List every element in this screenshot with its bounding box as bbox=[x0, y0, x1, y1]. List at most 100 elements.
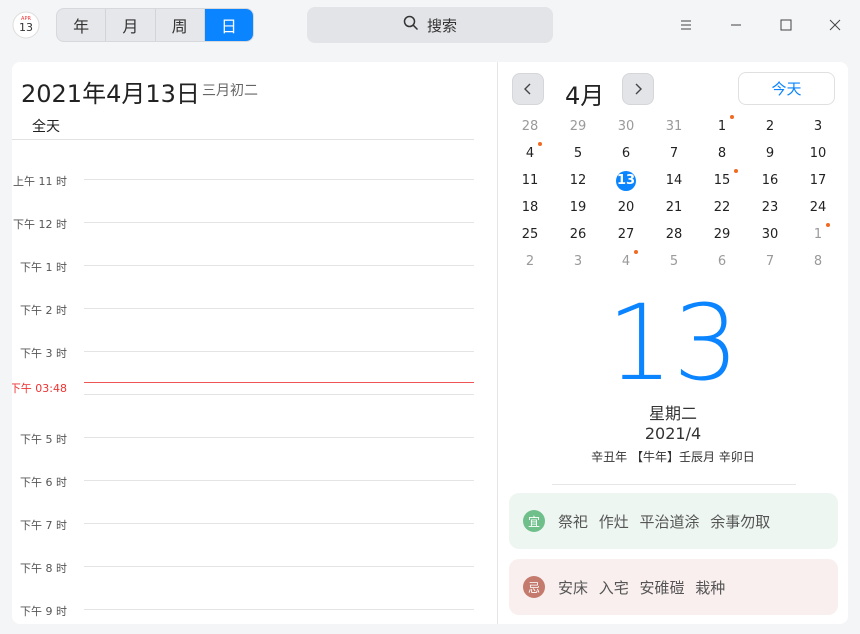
hour-row[interactable]: 上午 11 时 bbox=[12, 173, 498, 193]
calendar-day[interactable]: 28 bbox=[506, 113, 554, 140]
calendar-day[interactable]: 28 bbox=[650, 221, 698, 248]
calendar-day-number: 27 bbox=[617, 227, 635, 242]
calendar-day[interactable]: 1 bbox=[794, 221, 842, 248]
view-day-button[interactable]: 日 bbox=[204, 9, 253, 41]
calendar-day-number: 1 bbox=[813, 227, 823, 242]
calendar-day[interactable]: 19 bbox=[554, 194, 602, 221]
hour-row[interactable]: 下午 7 时 bbox=[12, 517, 498, 537]
hour-line bbox=[84, 222, 474, 223]
calendar-day[interactable]: 5 bbox=[650, 248, 698, 275]
calendar-day[interactable]: 16 bbox=[746, 167, 794, 194]
view-week-button[interactable]: 周 bbox=[156, 9, 205, 41]
calendar-day[interactable]: 27 bbox=[602, 221, 650, 248]
calendar-day[interactable]: 12 bbox=[554, 167, 602, 194]
menu-button[interactable] bbox=[673, 12, 699, 38]
calendar-day-number: 2 bbox=[525, 254, 535, 269]
hour-row[interactable]: 下午 5 时 bbox=[12, 431, 498, 451]
hour-line bbox=[84, 179, 474, 180]
calendar-day[interactable]: 6 bbox=[602, 140, 650, 167]
hour-label: 下午 7 时 bbox=[20, 519, 67, 532]
hour-line bbox=[84, 351, 474, 352]
calendar-day[interactable]: 29 bbox=[698, 221, 746, 248]
chevron-left-icon bbox=[524, 83, 531, 95]
calendar-day[interactable]: 7 bbox=[650, 140, 698, 167]
calendar-day[interactable]: 3 bbox=[794, 113, 842, 140]
calendar-day[interactable]: 30 bbox=[602, 113, 650, 140]
calendar-day[interactable]: 8 bbox=[794, 248, 842, 275]
calendar-day[interactable]: 2 bbox=[746, 113, 794, 140]
calendar-day[interactable]: 10 bbox=[794, 140, 842, 167]
view-year-button[interactable]: 年 bbox=[57, 9, 107, 41]
calendar-day-number: 11 bbox=[521, 173, 539, 188]
app-icon-day: 13 bbox=[19, 21, 33, 34]
calendar-day[interactable]: 26 bbox=[554, 221, 602, 248]
event-dot-icon bbox=[634, 250, 638, 254]
calendar-day[interactable]: 5 bbox=[554, 140, 602, 167]
calendar-day[interactable]: 18 bbox=[506, 194, 554, 221]
hour-label: 下午 8 时 bbox=[20, 562, 67, 575]
search-box[interactable]: 搜索 bbox=[307, 7, 553, 43]
calendar-day[interactable]: 4 bbox=[506, 140, 554, 167]
hour-row[interactable]: 下午 4 时 bbox=[12, 388, 498, 408]
calendar-day-number: 13 bbox=[616, 170, 636, 191]
hour-line bbox=[84, 523, 474, 524]
search-icon bbox=[403, 15, 419, 35]
calendar-day[interactable]: 23 bbox=[746, 194, 794, 221]
close-button[interactable] bbox=[822, 12, 848, 38]
maximize-button[interactable] bbox=[773, 12, 799, 38]
all-day-label: 全天 bbox=[32, 119, 60, 135]
hour-label: 下午 2 时 bbox=[20, 304, 67, 317]
view-switcher: 年 月 周 日 bbox=[56, 8, 254, 42]
hour-row[interactable]: 下午 3 时 bbox=[12, 345, 498, 365]
search-label: 搜索 bbox=[426, 16, 457, 35]
hour-row[interactable]: 下午 2 时 bbox=[12, 302, 498, 322]
calendar-day-number: 4 bbox=[621, 254, 631, 269]
calendar-day[interactable]: 1 bbox=[698, 113, 746, 140]
calendar-day-number: 31 bbox=[665, 119, 683, 134]
hour-label: 下午 5 时 bbox=[20, 433, 67, 446]
hour-row[interactable]: 下午 1 时 bbox=[12, 259, 498, 279]
calendar-day-number: 2 bbox=[765, 119, 775, 134]
calendar-day[interactable]: 14 bbox=[650, 167, 698, 194]
calendar-day[interactable]: 3 bbox=[554, 248, 602, 275]
hour-line bbox=[84, 566, 474, 567]
calendar-day[interactable]: 7 bbox=[746, 248, 794, 275]
calendar-day[interactable]: 4 bbox=[602, 248, 650, 275]
current-time-line bbox=[84, 382, 474, 383]
calendar-day[interactable]: 11 bbox=[506, 167, 554, 194]
calendar-day[interactable]: 6 bbox=[698, 248, 746, 275]
calendar-day[interactable]: 17 bbox=[794, 167, 842, 194]
next-month-button[interactable] bbox=[622, 73, 654, 105]
mini-calendar-month: 4月 bbox=[565, 82, 605, 110]
calendar-day[interactable]: 31 bbox=[650, 113, 698, 140]
calendar-day-number: 12 bbox=[569, 173, 587, 188]
hour-row[interactable]: 下午 8 时 bbox=[12, 560, 498, 580]
calendar-day[interactable]: 24 bbox=[794, 194, 842, 221]
view-month-button[interactable]: 月 bbox=[106, 9, 156, 41]
calendar-day[interactable]: 20 bbox=[602, 194, 650, 221]
day-view-date-title: 2021年4月13日 bbox=[21, 80, 200, 108]
calendar-day[interactable]: 15 bbox=[698, 167, 746, 194]
calendar-day[interactable]: 29 bbox=[554, 113, 602, 140]
calendar-day[interactable]: 2 bbox=[506, 248, 554, 275]
today-button[interactable]: 今天 bbox=[738, 72, 835, 105]
hour-row[interactable]: 下午 12 时 bbox=[12, 216, 498, 236]
avoid-card: 忌 安床 入宅 安碓磑 栽种 bbox=[509, 559, 838, 615]
prev-month-button[interactable] bbox=[512, 73, 544, 105]
calendar-day-number: 8 bbox=[813, 254, 823, 269]
calendar-day-number: 18 bbox=[521, 200, 539, 215]
calendar-day[interactable]: 25 bbox=[506, 221, 554, 248]
calendar-day-selected[interactable]: 13 bbox=[602, 167, 650, 194]
hour-line bbox=[84, 265, 474, 266]
calendar-day[interactable]: 22 bbox=[698, 194, 746, 221]
calendar-day[interactable]: 30 bbox=[746, 221, 794, 248]
calendar-day[interactable]: 8 bbox=[698, 140, 746, 167]
detail-divider bbox=[552, 484, 796, 485]
calendar-day[interactable]: 9 bbox=[746, 140, 794, 167]
calendar-day[interactable]: 21 bbox=[650, 194, 698, 221]
calendar-day-number: 10 bbox=[809, 146, 827, 161]
hour-row[interactable]: 下午 9 时 bbox=[12, 603, 498, 623]
minimize-button[interactable] bbox=[723, 12, 749, 38]
hour-line bbox=[84, 609, 474, 610]
hour-row[interactable]: 下午 6 时 bbox=[12, 474, 498, 494]
